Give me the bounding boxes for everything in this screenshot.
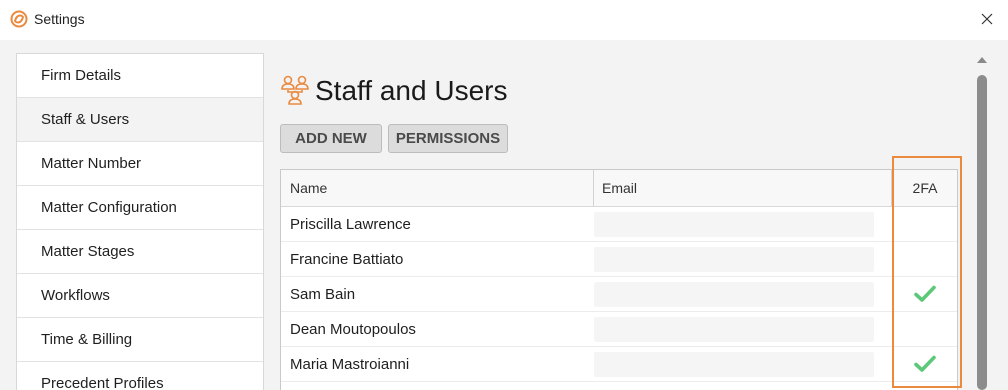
check-icon [914,285,936,302]
column-header-label: Email [602,180,638,196]
table-header: Name Email 2FA [281,170,957,207]
twofa-cell [892,312,957,346]
table-row[interactable]: Francine Battiato [281,242,957,277]
sidebar-item-label: Firm Details [41,67,122,84]
user-name: Maria Mastroianni [290,355,410,373]
sidebar-item-label: Workflows [41,287,110,304]
email-cell-redacted [594,282,874,307]
user-name: Sam Bain [290,285,356,303]
close-button[interactable] [972,4,1002,34]
scrollbar-thumb[interactable] [977,75,987,390]
column-header-label: Name [290,180,328,196]
sidebar-item-staff-users[interactable]: Staff & Users [17,98,263,142]
column-header-label: 2FA [912,180,938,196]
email-cell-redacted [594,212,874,237]
page-title: Staff and Users [315,75,508,106]
twofa-cell [892,347,957,381]
sidebar-item-precedent-profiles[interactable]: Precedent Profiles [17,362,263,390]
column-header-name[interactable]: Name [281,170,594,206]
sidebar-item-workflows[interactable]: Workflows [17,274,263,318]
email-cell-redacted [594,247,874,272]
staff-users-icon [281,75,309,105]
title-bar: Settings [0,0,1008,40]
check-icon [914,355,936,372]
sidebar-item-label: Matter Stages [41,243,135,260]
user-name: Francine Battiato [290,250,404,268]
sidebar-item-time-billing[interactable]: Time & Billing [17,318,263,362]
twofa-cell [892,277,957,311]
column-header-2fa[interactable]: 2FA [892,170,957,206]
table-row[interactable]: Sam Bain [281,277,957,312]
scroll-up-arrow-icon[interactable] [977,57,987,63]
sidebar-item-matter-configuration[interactable]: Matter Configuration [17,186,263,230]
sidebar-item-label: Time & Billing [41,331,133,348]
window-title: Settings [34,11,85,27]
column-header-email[interactable]: Email [594,170,892,206]
permissions-button[interactable]: PERMISSIONS [388,124,508,153]
sidebar-item-label: Matter Configuration [41,199,177,216]
twofa-cell [892,207,957,241]
close-icon [981,13,993,25]
sidebar-item-label: Staff & Users [41,111,130,128]
app-logo-icon [10,10,28,28]
sidebar-item-matter-stages[interactable]: Matter Stages [17,230,263,274]
table-row[interactable]: Dean Moutopoulos [281,312,957,347]
table-row[interactable]: Priscilla Lawrence [281,207,957,242]
email-cell-redacted [594,352,874,377]
settings-sidebar: Firm Details Staff & Users Matter Number… [16,53,264,390]
table-row[interactable]: Maria Mastroianni [281,347,957,382]
users-table: Name Email 2FA Priscilla Lawrence Franci… [280,169,958,390]
settings-client-area: Firm Details Staff & Users Matter Number… [0,40,1008,390]
sidebar-item-matter-number[interactable]: Matter Number [17,142,263,186]
twofa-cell [892,242,957,276]
email-cell-redacted [594,317,874,342]
user-name: Dean Moutopoulos [290,320,416,338]
sidebar-item-firm-details[interactable]: Firm Details [17,54,263,98]
add-new-button[interactable]: ADD NEW [280,124,382,153]
sidebar-item-label: Precedent Profiles [41,375,164,390]
user-name: Priscilla Lawrence [290,215,411,233]
sidebar-item-label: Matter Number [41,155,142,172]
vertical-scrollbar[interactable] [972,53,992,390]
